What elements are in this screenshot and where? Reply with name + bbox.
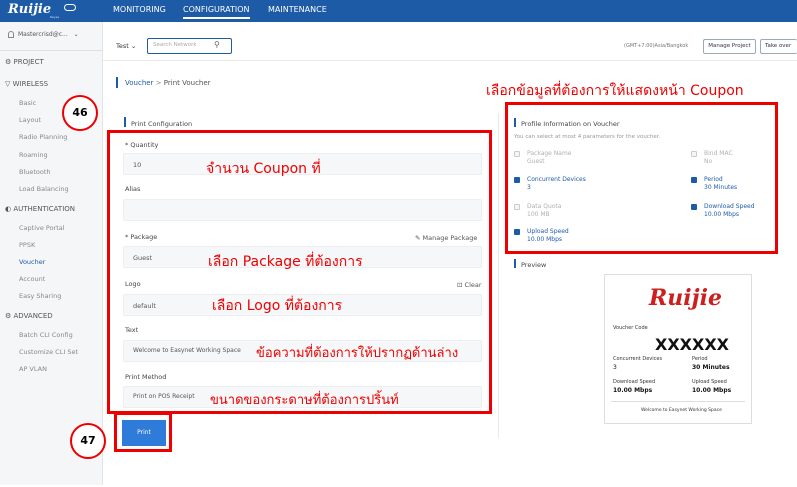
sidebar-item-layout[interactable]: Layout	[19, 116, 41, 124]
sidebar-group-authentication[interactable]: ◐ AUTHENTICATION	[5, 205, 75, 213]
brand-logo[interactable]: Ruijie	[8, 2, 51, 17]
nav-monitoring[interactable]: MONITORING	[113, 5, 166, 14]
sidebar-item-bluetooth[interactable]: Bluetooth	[19, 168, 51, 176]
sidebar	[0, 22, 103, 485]
gear-icon: ⚙	[5, 58, 12, 66]
sidebar-item-account[interactable]: Account	[19, 275, 45, 283]
annotation-profile-box	[505, 102, 778, 254]
breadcrumb-voucher-link[interactable]: Voucher	[125, 79, 153, 87]
voucher-code-label: Voucher Code	[613, 325, 648, 331]
preview-download-label: Download Speed	[613, 379, 656, 385]
sidebar-wireless-label: WIRELESS	[12, 80, 49, 88]
sidebar-item-load-balancing[interactable]: Load Balancing	[19, 185, 69, 193]
cloud-icon	[64, 4, 76, 11]
take-over-button[interactable]: Take over	[760, 39, 797, 54]
preview-period-value: 30 Minutes	[692, 364, 730, 371]
annotation-print-box	[114, 412, 172, 452]
search-icon[interactable]: ⚲	[214, 40, 220, 49]
step-47-badge: 47	[70, 423, 106, 459]
settings-icon: ⚙	[5, 312, 12, 320]
preview-logo: Ruijie	[649, 285, 722, 311]
sidebar-item-voucher[interactable]: Voucher	[19, 258, 45, 266]
wifi-icon: ▽	[5, 80, 11, 88]
user-icon	[8, 31, 14, 38]
sidebar-divider	[0, 50, 103, 51]
column-divider	[498, 113, 499, 438]
preview-accent	[514, 259, 516, 268]
preview-upload-label: Upload Speed	[692, 379, 727, 385]
sidebar-item-captive-portal[interactable]: Captive Portal	[19, 224, 65, 232]
sidebar-advanced-label: ADVANCED	[13, 312, 53, 320]
sidebar-item-ppsk[interactable]: PPSK	[19, 241, 35, 249]
annotation-quantity-note: จำนวน Coupon ที่	[206, 161, 321, 177]
search-placeholder: Search Network	[153, 42, 197, 48]
breadcrumb: Voucher > Print Voucher	[125, 79, 211, 87]
top-nav-bar: Ruijie Reyee MONITORING CONFIGURATION MA…	[0, 0, 797, 22]
annotation-text-note: ข้อความที่ต้องการให้ปรากฏด้านล่าง	[256, 346, 459, 361]
sidebar-item-customize-cli[interactable]: Customize CLI Set	[19, 348, 78, 356]
section-accent	[124, 117, 126, 127]
sidebar-item-roaming[interactable]: Roaming	[19, 151, 48, 159]
sidebar-auth-label: AUTHENTICATION	[13, 205, 76, 213]
search-network-input[interactable]: Search Network ⚲	[147, 38, 232, 54]
breadcrumb-separator: >	[155, 79, 162, 87]
sidebar-item-project[interactable]: ⚙ PROJECT	[5, 58, 44, 66]
preview-welcome: Welcome to Easynet Working Space	[641, 408, 722, 413]
nav-maintenance[interactable]: MAINTENANCE	[268, 5, 327, 14]
annotation-logo-note: เลือก Logo ที่ต้องการ	[212, 298, 343, 314]
annotation-profile-note: เลือกข้อมูลที่ต้องการให้แสดงหน้า Coupon	[486, 83, 744, 99]
preview-concurrent-value: 3	[613, 364, 617, 371]
user-account[interactable]: Mastercrisd@c... ⌄	[8, 31, 79, 38]
voucher-code: XXXXXX	[655, 335, 730, 354]
shield-icon: ◐	[5, 205, 12, 213]
sidebar-item-radio-planning[interactable]: Radio Planning	[19, 133, 67, 141]
sidebar-group-advanced[interactable]: ⚙ ADVANCED	[5, 312, 53, 320]
breadcrumb-current: Print Voucher	[163, 79, 211, 87]
breadcrumb-accent	[116, 77, 118, 88]
sidebar-group-wireless[interactable]: ▽ WIRELESS	[5, 80, 48, 88]
sidebar-item-batch-cli[interactable]: Batch CLI Config	[19, 331, 73, 339]
preview-divider	[611, 401, 745, 402]
sidebar-project-label: PROJECT	[13, 58, 44, 66]
annotation-paper-note: ขนาดของกระดาษที่ต้องการปริ้นท์	[210, 393, 399, 408]
sidebar-item-basic[interactable]: Basic	[19, 99, 36, 107]
chevron-down-icon: ⌄	[73, 31, 79, 38]
chevron-down-icon: ⌄	[130, 42, 137, 50]
sidebar-item-ap-vlan[interactable]: AP VLAN	[19, 365, 47, 373]
voucher-preview: Ruijie Voucher Code XXXXXX Concurrent De…	[604, 274, 752, 424]
project-selector[interactable]: Test ⌄	[116, 42, 136, 50]
manage-project-button[interactable]: Manage Project	[703, 39, 756, 54]
user-name: Mastercrisd@c...	[18, 31, 68, 38]
brand-subtitle: Reyee	[50, 15, 60, 19]
preview-title: Preview	[521, 261, 547, 269]
annotation-package-note: เลือก Package ที่ต้องการ	[208, 254, 363, 270]
print-configuration-title: Print Configuration	[131, 120, 193, 128]
preview-upload-value: 10.00 Mbps	[692, 387, 732, 394]
nav-configuration[interactable]: CONFIGURATION	[183, 5, 250, 19]
preview-concurrent-label: Concurrent Devices	[613, 356, 663, 362]
preview-download-value: 10.00 Mbps	[613, 387, 653, 394]
project-name: Test	[116, 42, 129, 50]
step-46-badge: 46	[62, 95, 98, 131]
preview-period-label: Period	[692, 356, 708, 362]
sidebar-item-easy-sharing[interactable]: Easy Sharing	[19, 292, 61, 300]
timezone-label: (GMT+7:00)Asia/Bangkok	[624, 43, 689, 49]
